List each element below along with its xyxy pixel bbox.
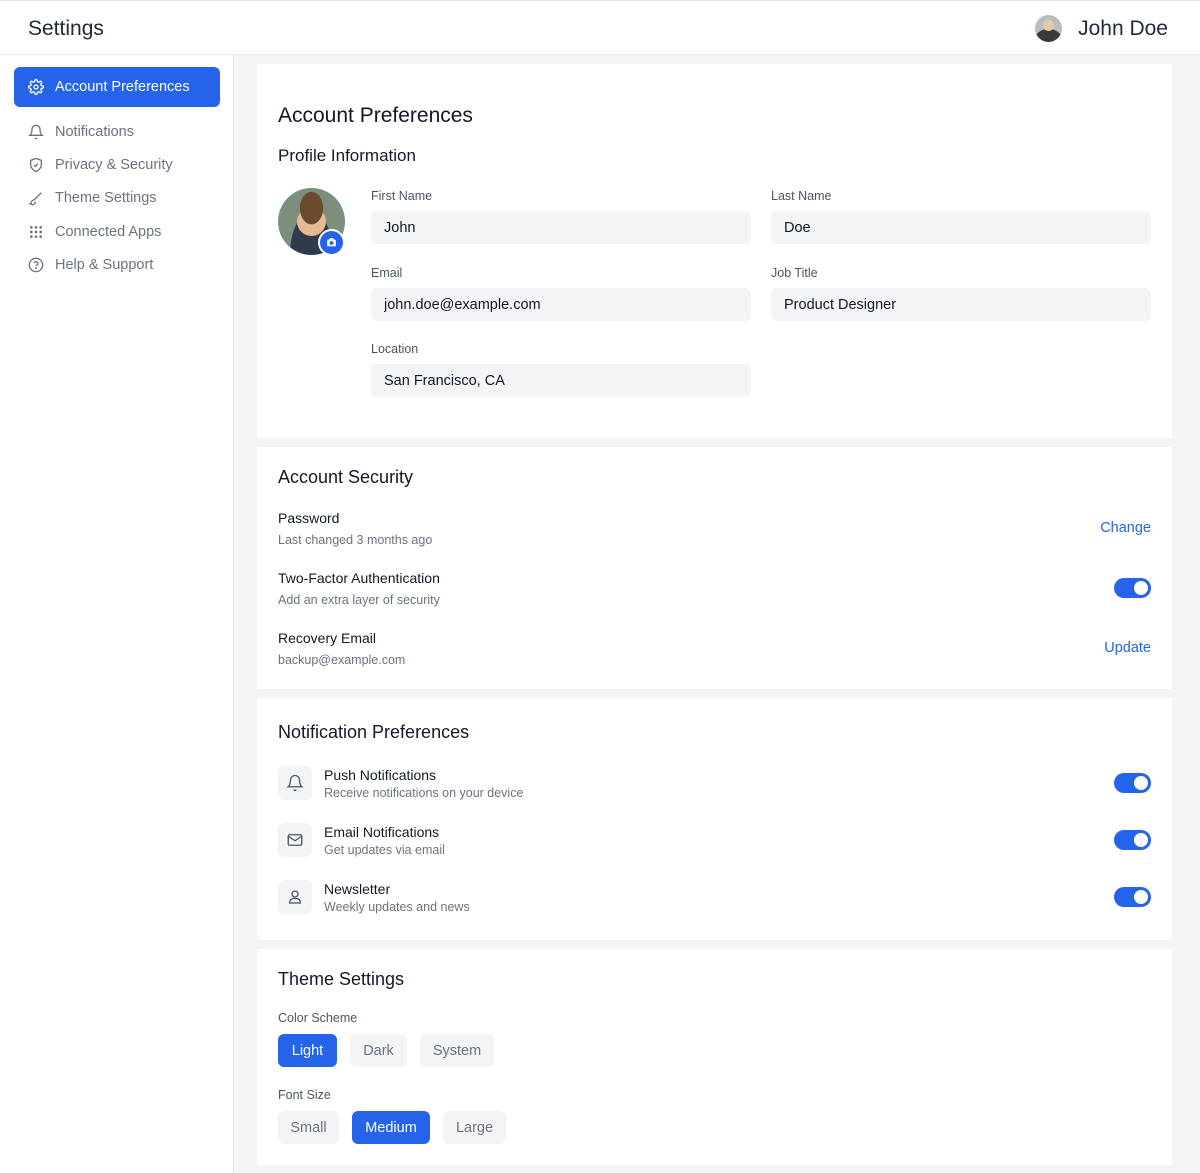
color-scheme-system-button[interactable]: System — [420, 1034, 494, 1067]
font-size-small-button[interactable]: Small — [278, 1111, 339, 1144]
page-title: Account Preferences — [278, 104, 473, 127]
camera-icon — [327, 238, 336, 247]
change-password-button[interactable]: Change — [1100, 520, 1151, 536]
two-factor-title: Two-Factor Authentication — [278, 570, 440, 586]
push-notifications-title: Push Notifications — [324, 767, 437, 783]
font-size-large-button[interactable]: Large — [443, 1111, 506, 1144]
email-notifications-title: Email Notifications — [324, 824, 440, 840]
location-field[interactable] — [371, 364, 751, 397]
email-notifications-toggle[interactable] — [1114, 830, 1151, 850]
recovery-email-value: backup@example.com — [278, 653, 406, 667]
sidebar-item-label: Connected Apps — [55, 224, 162, 240]
sidebar: Account Preferences Notifications Privac… — [0, 55, 234, 1173]
top-bar: Settings John Doe — [0, 0, 1200, 55]
push-notifications-subtitle: Receive notifications on your device — [324, 786, 524, 800]
font-size-medium-button[interactable]: Medium — [352, 1111, 430, 1144]
job-title-field[interactable] — [771, 288, 1151, 321]
sidebar-item-help-support[interactable]: Help & Support — [14, 245, 220, 285]
account-preferences-card: Account Preferences Profile Information … — [257, 64, 1172, 438]
first-name-label: First Name — [371, 189, 433, 203]
job-title-label: Job Title — [771, 266, 818, 280]
mail-icon — [278, 823, 312, 857]
notification-preferences-title: Notification Preferences — [278, 722, 470, 742]
sidebar-item-label: Theme Settings — [55, 190, 157, 206]
theme-settings-card: Theme Settings Color Scheme Light Dark S… — [257, 949, 1172, 1165]
newsletter-title: Newsletter — [324, 881, 391, 897]
first-name-field[interactable] — [371, 211, 751, 244]
font-size-label: Font Size — [278, 1088, 331, 1102]
color-scheme-label: Color Scheme — [278, 1011, 358, 1025]
two-factor-subtitle: Add an extra layer of security — [278, 593, 440, 607]
location-label: Location — [371, 342, 419, 356]
two-factor-toggle[interactable] — [1114, 578, 1151, 598]
color-scheme-light-button[interactable]: Light — [278, 1034, 337, 1067]
last-name-field[interactable] — [771, 211, 1151, 244]
brush-icon — [27, 189, 45, 207]
sidebar-item-label: Notifications — [55, 124, 134, 140]
toggle-knob — [1134, 776, 1148, 790]
password-subtitle: Last changed 3 months ago — [278, 533, 433, 547]
account-security-card: Account Security Password Last changed 3… — [257, 447, 1172, 689]
newsletter-toggle[interactable] — [1114, 887, 1151, 907]
user-name[interactable]: John Doe — [1078, 17, 1168, 41]
email-notifications-subtitle: Get updates via email — [324, 843, 445, 857]
toggle-knob — [1134, 890, 1148, 904]
profile-information-title: Profile Information — [278, 146, 416, 165]
bell-icon — [27, 123, 45, 141]
color-scheme-dark-button[interactable]: Dark — [350, 1034, 407, 1067]
bell-icon — [278, 766, 312, 800]
sidebar-item-label: Account Preferences — [55, 79, 190, 95]
sidebar-item-label: Privacy & Security — [55, 157, 173, 173]
shield-icon — [27, 156, 45, 174]
toggle-knob — [1134, 833, 1148, 847]
recovery-email-title: Recovery Email — [278, 630, 377, 646]
email-label: Email — [371, 266, 403, 280]
sidebar-item-label: Help & Support — [55, 257, 154, 273]
user-avatar[interactable] — [1035, 15, 1063, 42]
account-security-title: Account Security — [278, 467, 414, 487]
update-recovery-email-button[interactable]: Update — [1104, 640, 1151, 656]
sidebar-item-account-preferences[interactable]: Account Preferences — [14, 67, 220, 107]
grid-icon — [27, 223, 45, 241]
app-title: Settings — [28, 17, 104, 40]
change-photo-button[interactable] — [318, 229, 345, 256]
help-icon — [27, 256, 45, 274]
push-notifications-toggle[interactable] — [1114, 773, 1151, 793]
notification-preferences-card: Notification Preferences Push Notificati… — [257, 698, 1172, 940]
email-field[interactable] — [371, 288, 751, 321]
newsletter-subtitle: Weekly updates and news — [324, 900, 470, 914]
user-menu[interactable]: John Doe — [1035, 15, 1168, 42]
user-icon — [278, 880, 312, 914]
toggle-knob — [1134, 581, 1148, 595]
theme-settings-title: Theme Settings — [278, 969, 405, 989]
last-name-label: Last Name — [771, 189, 832, 203]
gear-icon — [27, 78, 45, 96]
password-title: Password — [278, 510, 340, 526]
